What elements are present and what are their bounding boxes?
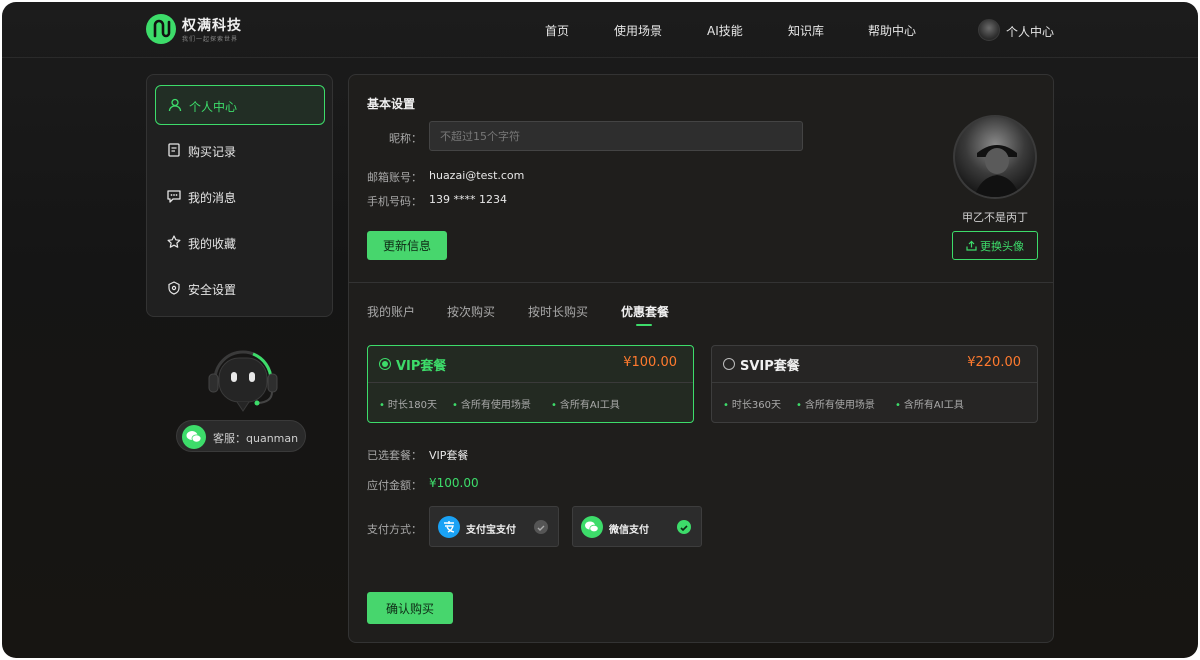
unchecked-icon [534,520,548,534]
profile-display-name: 甲乙不是丙丁 [962,211,1028,224]
upload-icon [966,240,977,251]
payment-option-wechat[interactable]: 微信支付 [572,506,702,547]
email-label: 邮箱账号： [367,171,422,184]
plan-radio[interactable] [379,358,391,370]
plan-divider [368,382,693,383]
plan-price: ¥100.00 [623,355,677,370]
star-icon [167,235,181,248]
selected-package-label: 已选套餐： [367,449,422,462]
section-divider [349,282,1053,283]
sidebar-item-messages[interactable]: 我的消息 [155,177,325,217]
plan-card-svip[interactable]: SVIP套餐 ¥220.00 时长360天 含所有使用场景 含所有AI工具 [711,345,1038,423]
plan-feature: 时长360天 [723,396,781,411]
alipay-icon [438,516,460,538]
payment-method-label: 支付方式： [367,523,422,536]
document-icon [168,143,180,157]
nav-personal-center[interactable]: 个人中心 [1006,23,1054,40]
wechat-pay-icon [581,516,603,538]
nav-home[interactable]: 首页 [545,22,569,39]
nav-help-center[interactable]: 帮助中心 [868,22,916,39]
tab-my-account[interactable]: 我的账户 [367,303,415,320]
user-avatar[interactable] [978,19,1000,41]
plan-name: VIP套餐 [396,359,447,374]
selected-package-value: VIP套餐 [429,449,469,462]
update-info-button[interactable]: 更新信息 [367,231,447,260]
tab-pay-by-duration[interactable]: 按时长购买 [528,303,588,320]
payment-option-alipay[interactable]: 支付宝支付 [429,506,559,547]
top-nav-bar: 权满科技 我们一起探索世界 首页 使用场景 AI技能 知识库 帮助中心 个人中心 [2,2,1198,58]
sidebar: 个人中心 购买记录 我的消息 我的收藏 安全设置 [146,74,333,317]
app-window: 权满科技 我们一起探索世界 首页 使用场景 AI技能 知识库 帮助中心 个人中心… [2,2,1198,658]
plan-card-vip[interactable]: VIP套餐 ¥100.00 时长180天 含所有使用场景 含所有AI工具 [367,345,694,423]
customer-service-label: 客服：quanman [213,432,299,445]
nickname-input[interactable] [429,121,803,151]
sidebar-item-label: 我的消息 [188,191,237,205]
email-value: huazai@test.com [429,169,525,182]
plan-feature: 含所有AI工具 [895,396,964,411]
nav-scenarios[interactable]: 使用场景 [614,22,662,39]
change-avatar-button[interactable]: 更换头像 [952,231,1038,260]
message-icon [167,190,181,203]
plan-feature: 含所有使用场景 [452,396,531,411]
sidebar-item-security[interactable]: 安全设置 [155,269,325,309]
payment-option-label: 微信支付 [609,525,649,536]
shield-icon [168,281,180,295]
phone-label: 手机号码： [367,195,422,208]
amount-due-value: ¥100.00 [429,476,479,490]
nav-knowledge-base[interactable]: 知识库 [788,22,824,39]
customer-service-contact[interactable]: 客服：quanman [176,420,306,452]
brand-name: 权满科技 [182,18,242,34]
confirm-purchase-button[interactable]: 确认购买 [367,592,453,624]
change-avatar-label: 更换头像 [980,239,1024,253]
payment-option-label: 支付宝支付 [466,525,516,536]
sidebar-item-label: 个人中心 [189,100,238,114]
basic-settings-title: 基本设置 [367,97,416,111]
sidebar-item-label: 我的收藏 [188,237,237,251]
sidebar-item-purchase-history[interactable]: 购买记录 [155,131,325,171]
support-robot-icon [208,350,278,412]
sidebar-item-favorites[interactable]: 我的收藏 [155,223,325,263]
plan-feature: 含所有使用场景 [796,396,875,411]
nav-ai-skills[interactable]: AI技能 [707,22,743,39]
plan-feature: 含所有AI工具 [551,396,620,411]
active-tab-indicator [636,324,652,326]
phone-value: 139 **** 1234 [429,193,507,206]
nickname-label: 昵称： [389,132,422,145]
plan-price: ¥220.00 [967,355,1021,370]
plan-name: SVIP套餐 [740,359,800,374]
tab-pay-per-use[interactable]: 按次购买 [447,303,495,320]
tab-discount-packages[interactable]: 优惠套餐 [621,303,669,320]
plan-divider [712,382,1037,383]
plan-radio[interactable] [723,358,735,370]
profile-avatar[interactable] [953,115,1037,199]
sidebar-item-personal-center[interactable]: 个人中心 [155,85,325,125]
sidebar-item-label: 安全设置 [188,283,237,297]
brand-logo-icon[interactable] [146,14,176,44]
wechat-icon [182,425,206,449]
checked-icon [677,520,691,534]
user-icon [168,98,182,112]
brand-slogan: 我们一起探索世界 [182,36,239,43]
amount-due-label: 应付金额： [367,479,422,492]
sidebar-item-label: 购买记录 [188,145,237,159]
main-panel: 基本设置 昵称： 邮箱账号： huazai@test.com 手机号码： 139… [348,74,1054,643]
plan-feature: 时长180天 [379,396,437,411]
